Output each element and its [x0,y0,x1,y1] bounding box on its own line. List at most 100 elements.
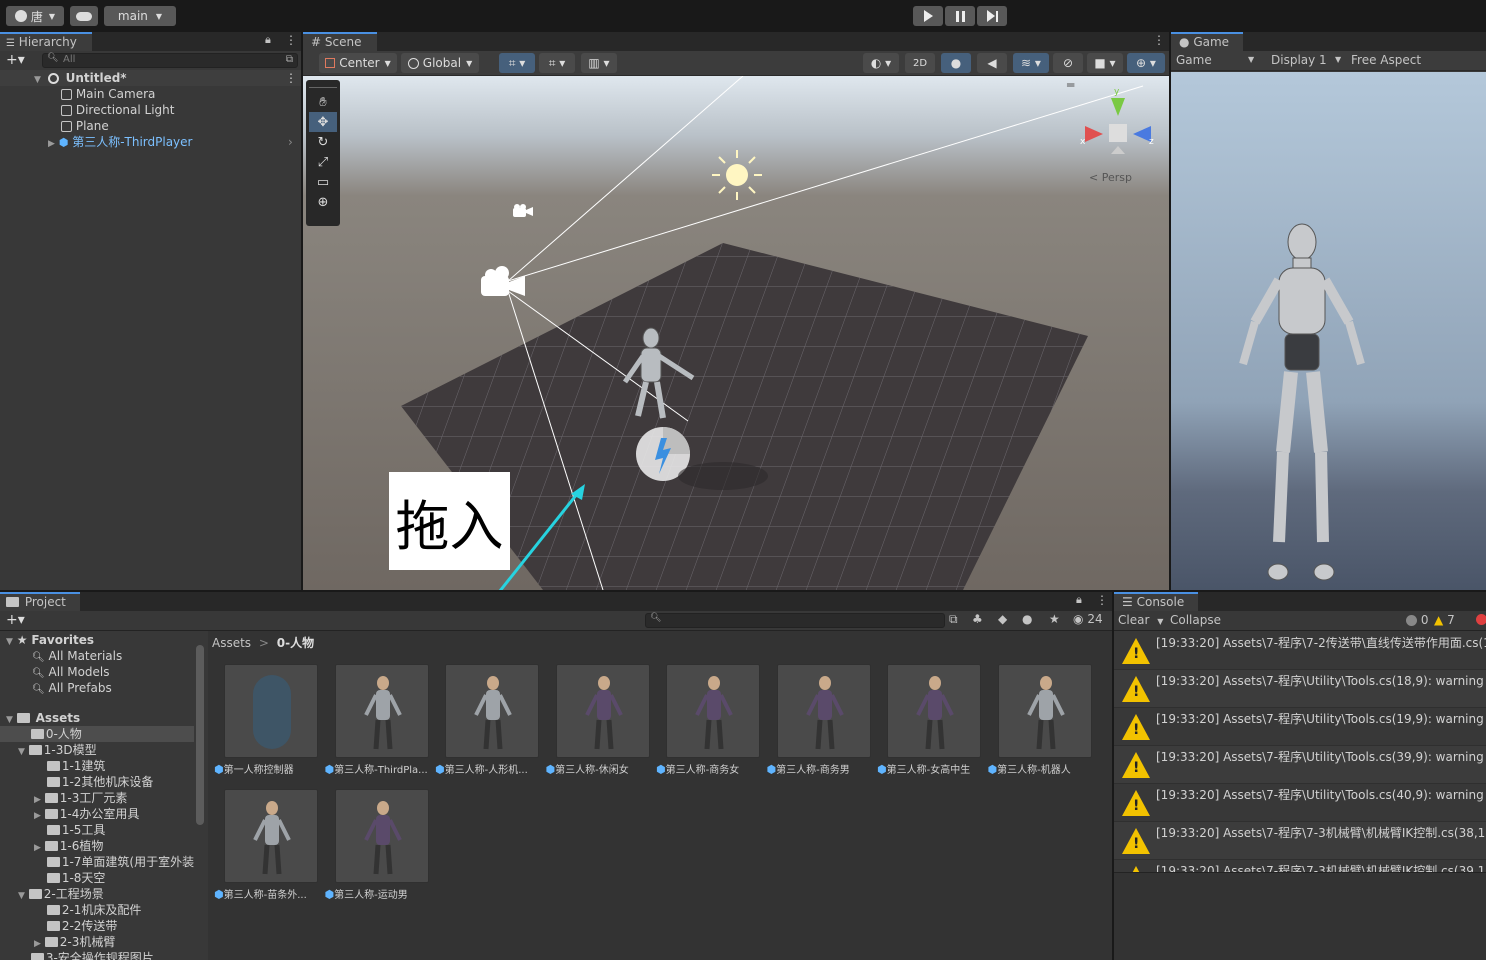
more-menu-icon[interactable]: ⋮ [285,33,297,47]
ruler-button[interactable]: ▥ ▾ [581,53,617,73]
folder-item[interactable]: 2-2传送带 [0,918,206,934]
search-filter-icon[interactable]: ⧉ [286,54,293,65]
chevron-right-icon[interactable]: › [288,134,293,150]
collapse-button[interactable]: Collapse [1170,613,1221,627]
tab-console[interactable]: ☰ Console [1114,592,1198,611]
hierarchy-item-third-player[interactable]: ▶ ⬢ 第三人称-ThirdPlayer › [0,134,301,150]
favorites-header[interactable]: ▼ ★ Favorites [0,632,206,648]
expand-arrow-icon[interactable]: ▶ [48,139,55,149]
console-message-row[interactable]: [19:33:20] Assets\7-程序\7-3机械臂\机械臂IK控制.cs… [1114,822,1486,860]
draw-mode-dropdown[interactable]: ◐ ▾ [863,53,899,73]
asset-item[interactable]: ⬢第三人称-女高中生 [877,664,987,776]
effects-toggle[interactable]: ≋ ▾ [1013,53,1049,73]
scene-root-row[interactable]: ▼ Untitled* ⋮ [0,70,301,86]
increment-snap-button[interactable]: ⌗ ▾ [539,53,575,73]
viewport-handle-icon[interactable]: ═ [1067,78,1074,92]
scale-tool[interactable]: ⤢ [309,152,337,172]
asset-item[interactable]: ⬢第三人称-休闲女 [546,664,656,776]
folder-item[interactable]: 1-8天空 [0,870,206,886]
expand-arrow-icon[interactable]: ▼ [18,747,25,757]
rotate-tool[interactable]: ↻ [309,132,337,152]
warning-filter-icon[interactable]: ● [1022,612,1032,626]
favorite-item[interactable]: 🔍︎ All Prefabs [0,680,206,696]
folder-item[interactable]: 3-安全操作规程图片 [0,950,206,960]
tab-scene[interactable]: # Scene [303,32,377,51]
camera-settings-dropdown[interactable]: ■ ▾ [1087,53,1123,73]
tab-project[interactable]: Project [0,592,80,611]
folder-item[interactable]: ▶ 1-6植物 [0,838,206,854]
hierarchy-item-plane[interactable]: Plane [0,118,109,134]
folder-item[interactable]: 0-人物 [0,726,194,742]
expand-arrow-icon[interactable]: ▶ [34,795,41,805]
visibility-toggle[interactable]: ⊘ [1053,53,1083,73]
folder-item[interactable]: 1-1建筑 [0,758,206,774]
favorite-item[interactable]: 🔍︎ All Models [0,664,206,680]
scene-viewport[interactable]: y x z ═ < Persp 拖入 [303,76,1169,590]
move-tool[interactable]: ✥ [309,112,337,132]
hand-tool[interactable]: ✋︎ [309,92,337,112]
aspect-dropdown[interactable]: Free Aspect [1351,53,1481,67]
console-message-row[interactable]: [19:33:20] Assets\7-程序\Utility\Tools.cs(… [1114,746,1486,784]
expand-arrow-icon[interactable]: ▶ [34,811,41,821]
breadcrumb-current[interactable]: 0-人物 [277,636,314,650]
project-search-field[interactable]: 🔍︎ [645,613,945,628]
asset-item[interactable]: ⬢第三人称-运动男 [325,789,435,901]
more-menu-icon[interactable]: ⋮ [1153,33,1165,47]
expand-arrow-icon[interactable]: ▼ [34,75,41,85]
asset-item[interactable]: ⬢第三人称-ThirdPla... [325,664,435,776]
add-button[interactable]: +▾ [6,52,25,68]
account-dropdown[interactable]: 唐 ▼ [6,6,64,26]
expand-arrow-icon[interactable]: ▶ [34,939,41,949]
asset-item[interactable]: ⬢第三人称-苗条外... [214,789,324,901]
clear-button[interactable]: Clear ▼ [1118,613,1163,627]
asset-item[interactable]: ⬢第一人称控制器 [214,664,324,776]
console-message-row[interactable]: [19:33:20] Assets\7-程序\Utility\Tools.cs(… [1114,784,1486,822]
hierarchy-item-directional-light[interactable]: Directional Light [0,102,175,118]
folder-item[interactable]: ▼ 1-3D模型 [0,742,206,758]
lock-icon[interactable]: 🔒︎ [1076,593,1082,607]
game-view-dropdown[interactable]: Game ▼ [1176,53,1260,67]
folder-item[interactable]: ▶ 1-4办公室用具 [0,806,206,822]
asset-item[interactable]: ⬢第三人称-商务男 [767,664,877,776]
lighting-toggle[interactable]: ● [941,53,971,73]
more-menu-icon[interactable]: ⋮ [1096,593,1108,607]
toggle-2d-button[interactable]: 2D [905,53,935,73]
grid-snap-button[interactable]: ⌗ ▾ [499,53,535,73]
console-message-row[interactable]: [19:33:20] Assets\7-程序\7-2传送带\直线传送带作用面.c… [1114,632,1486,670]
cloud-button[interactable] [70,6,98,26]
search-by-type-icon[interactable]: ⧉ [949,612,958,627]
assets-header[interactable]: ▼ Assets [0,710,206,726]
folder-item[interactable]: 1-5工具 [0,822,206,838]
create-button[interactable]: +▾ [6,612,25,628]
persp-label[interactable]: < Persp [1089,171,1132,184]
display-dropdown[interactable]: Display 1 ▼ [1271,53,1347,67]
pause-button[interactable] [945,6,975,26]
play-button[interactable] [913,6,943,26]
asset-item[interactable]: ⬢第三人称-人形机... [435,664,545,776]
step-button[interactable] [977,6,1007,26]
console-message-row[interactable]: [19:33:20] Assets\7-程序\Utility\Tools.cs(… [1114,670,1486,708]
pivot-dropdown[interactable]: Center ▼ [319,53,397,73]
error-count-toggle[interactable]: 0 [1406,613,1428,627]
transform-tool[interactable]: ⊕ [309,192,337,212]
asset-item[interactable]: ⬢第三人称-机器人 [988,664,1098,776]
folder-item[interactable]: ▶ 2-3机械臂 [0,934,206,950]
hierarchy-search-field[interactable]: 🔍︎ All ⧉ [42,53,298,68]
favorite-item[interactable]: 🔍︎ All Materials [0,648,206,664]
folder-item[interactable]: ▶ 1-3工厂元素 [0,790,206,806]
hierarchy-item-main-camera[interactable]: Main Camera [0,86,155,102]
star-icon[interactable]: ★ [1049,612,1060,626]
audio-toggle[interactable]: ◀ [977,53,1007,73]
gizmos-dropdown[interactable]: ⊕ ▾ [1127,53,1165,73]
breadcrumb-root[interactable]: Assets [212,636,251,650]
folder-item[interactable]: 2-1机床及配件 [0,902,206,918]
console-message-row[interactable]: [19:33:20] Assets\7-程序\7-3机械臂\机械臂IK控制.cs… [1114,860,1486,872]
warning-count-toggle[interactable]: ▲ 7 [1434,613,1455,627]
branch-dropdown[interactable]: main ▼ [104,6,176,26]
console-message-row[interactable]: [19:33:20] Assets\7-程序\Utility\Tools.cs(… [1114,708,1486,746]
space-dropdown[interactable]: Global ▼ [401,53,479,73]
folder-item[interactable]: 1-7单面建筑(用于室外装 [0,854,206,870]
rect-tool[interactable]: ▭ [309,172,337,192]
tree-scrollbar[interactable] [196,645,204,825]
tag-icon[interactable]: ◆ [998,612,1007,626]
